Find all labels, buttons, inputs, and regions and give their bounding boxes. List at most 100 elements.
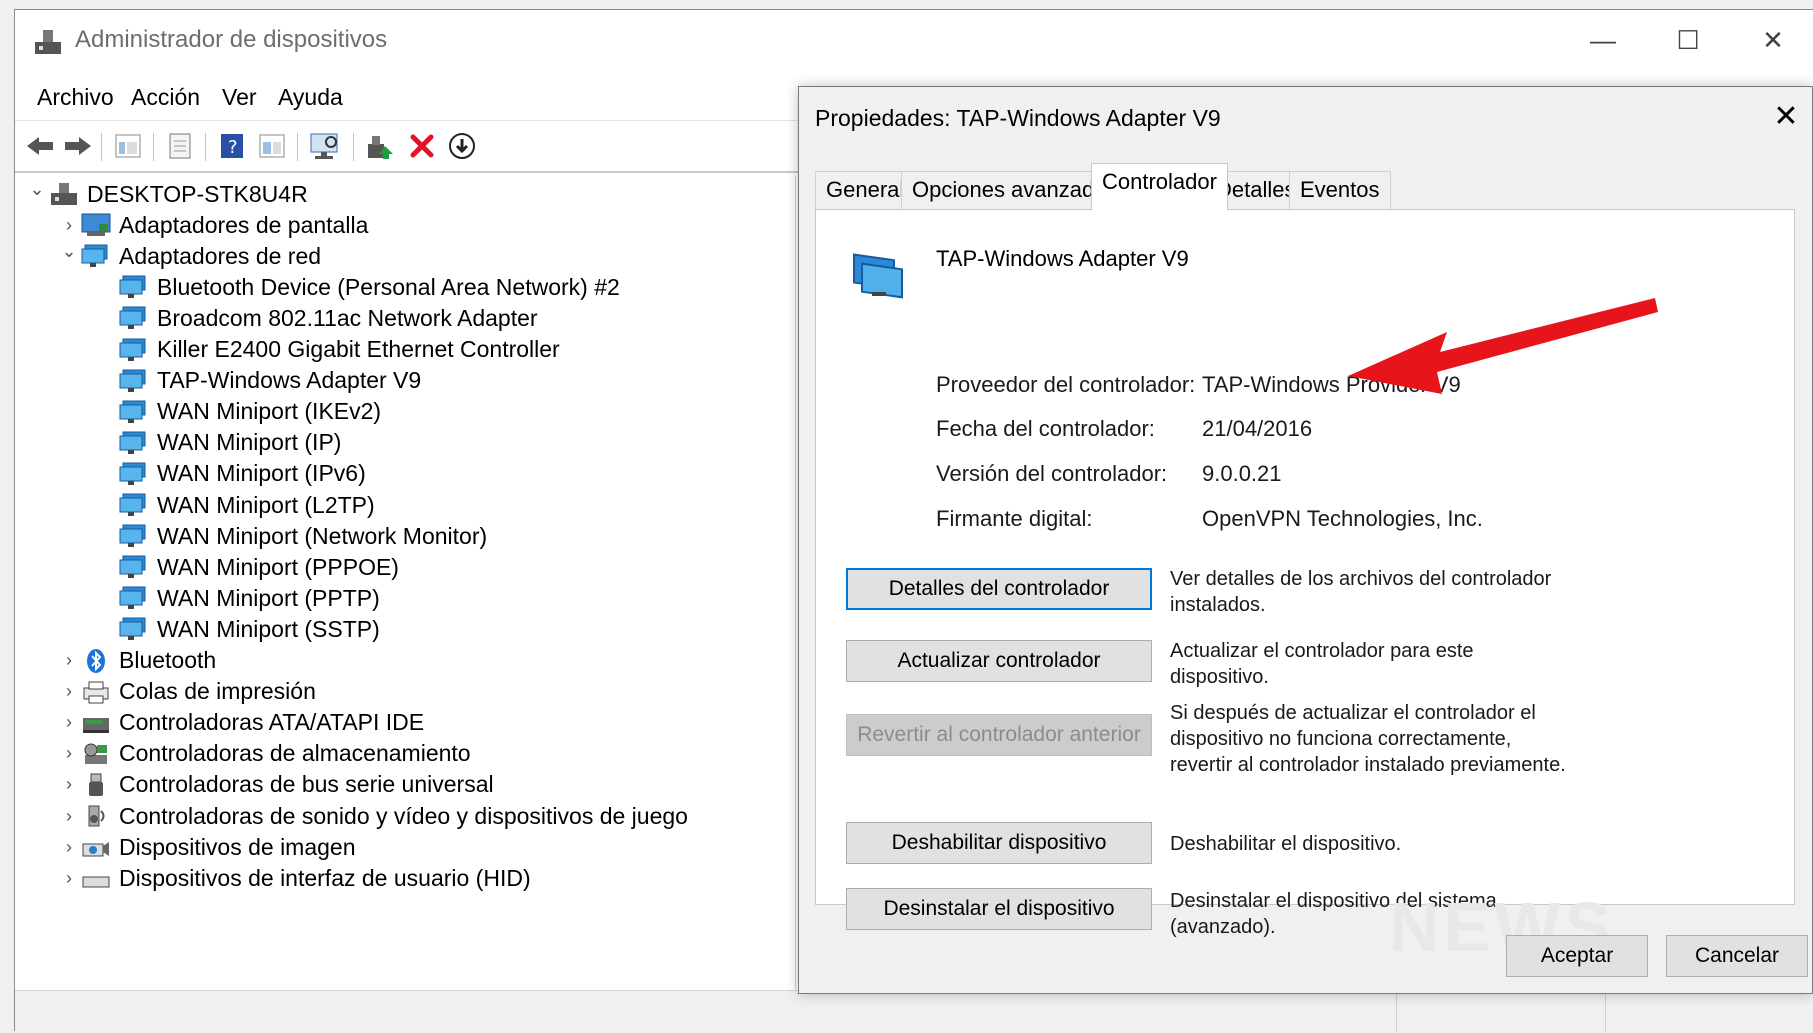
tree-item-category[interactable]: › Controladoras de bus serie universal bbox=[57, 769, 494, 801]
tree-item-device[interactable]: WAN Miniport (IKEv2) bbox=[119, 396, 381, 428]
tree-item-category[interactable]: › Colas de impresión bbox=[57, 676, 316, 708]
tree-item-label: WAN Miniport (IP) bbox=[157, 429, 342, 456]
tree-item-category[interactable]: › Bluetooth bbox=[57, 645, 216, 677]
tree-item-device[interactable]: WAN Miniport (PPPOE) bbox=[119, 551, 399, 583]
cancel-button[interactable]: Cancelar bbox=[1666, 935, 1808, 977]
down-arrow-circle-icon bbox=[449, 133, 475, 159]
provider-value: TAP-Windows Provider V9 bbox=[1202, 372, 1461, 397]
device-tree: ⌄ DESKTOP-STK8U4R › Adaptadores de pantalla… bbox=[15, 176, 796, 990]
forward-button[interactable] bbox=[61, 131, 95, 161]
ok-button[interactable]: Aceptar bbox=[1506, 935, 1648, 977]
network-adapter-icon bbox=[119, 492, 149, 518]
tree-item-label: WAN Miniport (SSTP) bbox=[157, 615, 380, 642]
tree-item-label: Dispositivos de imagen bbox=[119, 833, 356, 860]
dialog-close-button[interactable]: ✕ bbox=[1760, 87, 1812, 147]
tree-item-device[interactable]: WAN Miniport (L2TP) bbox=[119, 489, 375, 521]
date-label: Fecha del controlador: bbox=[936, 416, 1155, 441]
tree-item-label: Controladoras de bus serie universal bbox=[119, 771, 494, 798]
tree-item-device[interactable]: TAP-Windows Adapter V9 bbox=[119, 365, 421, 397]
uninstall-device-button[interactable] bbox=[405, 131, 439, 161]
help-button[interactable]: ? bbox=[215, 131, 249, 161]
chevron-right-icon[interactable]: › bbox=[57, 774, 81, 795]
tree-item-device[interactable]: Broadcom 802.11ac Network Adapter bbox=[119, 302, 538, 334]
driver-details-button[interactable]: Detalles del controlador bbox=[846, 568, 1152, 610]
tree-item-category[interactable]: › Controladoras ATA/ATAPI IDE bbox=[57, 707, 424, 739]
tree-item-category[interactable]: › Controladoras de almacenamiento bbox=[57, 738, 471, 770]
disable-device-button[interactable]: Deshabilitar dispositivo bbox=[846, 822, 1152, 864]
tree-item-device[interactable]: WAN Miniport (Network Monitor) bbox=[119, 520, 487, 552]
tab-events[interactable]: Eventos bbox=[1289, 171, 1391, 209]
network-adapter-icon bbox=[119, 399, 149, 425]
close-window-button[interactable]: ✕ bbox=[1733, 10, 1813, 70]
tree-root-computer[interactable]: ⌄ DESKTOP-STK8U4R bbox=[25, 178, 307, 210]
network-adapter-icon bbox=[119, 585, 149, 611]
printer-icon bbox=[81, 679, 111, 705]
forward-arrow-icon bbox=[65, 137, 91, 155]
network-adapter-icon bbox=[119, 461, 149, 487]
chevron-down-icon[interactable]: ⌄ bbox=[57, 241, 81, 262]
provider-label: Proveedor del controlador: bbox=[936, 372, 1196, 397]
chevron-right-icon[interactable]: › bbox=[57, 712, 81, 733]
bluetooth-icon bbox=[81, 648, 111, 674]
update-driver-button[interactable] bbox=[363, 131, 397, 161]
chevron-right-icon[interactable]: › bbox=[57, 806, 81, 827]
computer-icon bbox=[49, 181, 79, 207]
uninstall-device-button[interactable]: Desinstalar el dispositivo bbox=[846, 888, 1152, 930]
window-grid-icon bbox=[115, 134, 141, 158]
properties-view-button[interactable] bbox=[111, 131, 145, 161]
update-driver-button[interactable]: Actualizar controlador bbox=[846, 640, 1152, 682]
date-value: 21/04/2016 bbox=[1202, 416, 1313, 441]
help-book-icon: ? bbox=[221, 134, 243, 158]
signer-label: Firmante digital: bbox=[936, 506, 1093, 531]
device-manager-app-icon bbox=[35, 30, 61, 54]
chevron-right-icon[interactable]: › bbox=[57, 681, 81, 702]
document-button[interactable] bbox=[163, 131, 197, 161]
tree-item-device[interactable]: Killer E2400 Gigabit Ethernet Controller bbox=[119, 334, 560, 366]
network-adapter-icon bbox=[119, 274, 149, 300]
back-button[interactable] bbox=[23, 131, 57, 161]
tree-item-label: WAN Miniport (L2TP) bbox=[157, 491, 375, 518]
tree-item-device[interactable]: Bluetooth Device (Personal Area Network)… bbox=[119, 271, 620, 303]
dialog-title: Propiedades: TAP-Windows Adapter V9 bbox=[815, 105, 1221, 131]
tree-item-category[interactable]: › Controladoras de sonido y vídeo y dispo… bbox=[57, 800, 688, 832]
maximize-button[interactable]: ☐ bbox=[1648, 10, 1728, 70]
speaker-icon bbox=[81, 803, 111, 829]
chevron-right-icon[interactable]: › bbox=[57, 215, 81, 236]
chevron-right-icon[interactable]: › bbox=[57, 650, 81, 671]
menu-accion[interactable]: Acción bbox=[131, 84, 200, 111]
network-adapter-icon bbox=[119, 430, 149, 456]
tree-item-label: Controladoras de sonido y vídeo y dispos… bbox=[119, 802, 688, 829]
tree-item-label: WAN Miniport (PPTP) bbox=[157, 584, 380, 611]
tab-driver[interactable]: Controlador bbox=[1091, 163, 1228, 210]
rollback-driver-button[interactable]: Revertir al controlador anterior bbox=[846, 714, 1152, 756]
menu-ayuda[interactable]: Ayuda bbox=[278, 84, 343, 111]
resources-view-button[interactable] bbox=[255, 131, 289, 161]
tree-item-device[interactable]: WAN Miniport (IP) bbox=[119, 427, 341, 459]
tree-item-category[interactable]: ⌄ Adaptadores de red bbox=[57, 240, 321, 272]
chevron-right-icon[interactable]: › bbox=[57, 868, 81, 889]
menu-ver[interactable]: Ver bbox=[222, 84, 257, 111]
tree-item-category[interactable]: › Dispositivos de interfaz de usuario (HI… bbox=[57, 862, 531, 894]
menu-archivo[interactable]: Archivo bbox=[37, 84, 114, 111]
tree-item-label: WAN Miniport (IKEv2) bbox=[157, 398, 382, 425]
tree-item-category[interactable]: › Adaptadores de pantalla bbox=[57, 209, 368, 241]
camera-icon bbox=[81, 834, 111, 860]
tree-item-device[interactable]: WAN Miniport (IPv6) bbox=[119, 458, 366, 490]
tree-item-label: WAN Miniport (IPv6) bbox=[157, 460, 366, 487]
chevron-down-icon[interactable]: ⌄ bbox=[25, 179, 49, 200]
chevron-right-icon[interactable]: › bbox=[57, 743, 81, 764]
disable-device-desc: Deshabilitar el dispositivo. bbox=[1170, 833, 1402, 855]
network-adapter-icon bbox=[119, 616, 149, 642]
minimize-button[interactable]: — bbox=[1563, 10, 1643, 70]
tree-item-label: Broadcom 802.11ac Network Adapter bbox=[157, 304, 538, 331]
tree-item-device[interactable]: WAN Miniport (SSTP) bbox=[119, 613, 380, 645]
chevron-right-icon[interactable]: › bbox=[57, 837, 81, 858]
scan-hardware-button[interactable] bbox=[307, 131, 345, 161]
signer-value: OpenVPN Technologies, Inc. bbox=[1202, 506, 1483, 531]
tree-item-category[interactable]: › Dispositivos de imagen bbox=[57, 831, 356, 863]
disable-device-button[interactable] bbox=[445, 131, 479, 161]
tree-item-label: WAN Miniport (PPPOE) bbox=[157, 553, 399, 580]
tree-item-device[interactable]: WAN Miniport (PPTP) bbox=[119, 582, 380, 614]
network-adapter-icon bbox=[119, 305, 149, 331]
document-icon bbox=[169, 133, 191, 159]
